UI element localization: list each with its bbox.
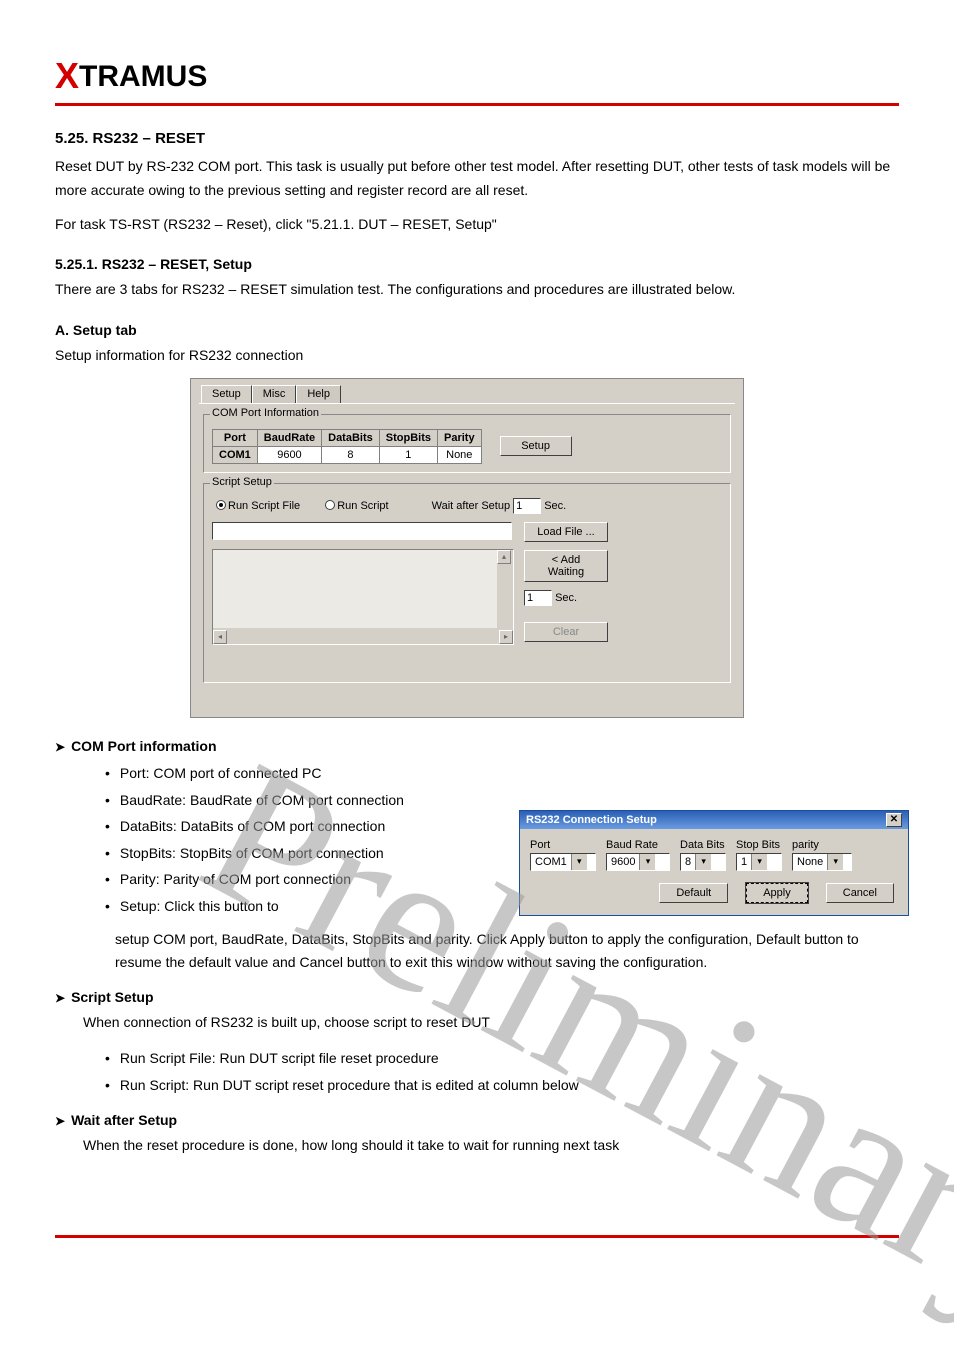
- th-databits: DataBits: [322, 429, 380, 446]
- td-databits: 8: [322, 446, 380, 463]
- close-icon[interactable]: ✕: [886, 813, 902, 827]
- wait-after-setup-label: Wait after Setup: [432, 500, 510, 512]
- dd-databits[interactable]: 8▾: [680, 853, 726, 871]
- radio-run-script[interactable]: Run Script: [325, 500, 388, 512]
- th-parity: Parity: [437, 429, 481, 446]
- script-setup-heading: ➤Script Setup: [55, 989, 899, 1005]
- scroll-left-icon[interactable]: ◂: [213, 630, 227, 644]
- sec-label-1: Sec.: [544, 500, 566, 512]
- setup-description: setup COM port, BaudRate, DataBits, Stop…: [115, 928, 899, 976]
- script-file-path-input[interactable]: [212, 522, 512, 540]
- com-port-group-label: COM Port Information: [210, 407, 321, 419]
- tab-a-heading: A. Setup tab: [55, 322, 899, 338]
- add-waiting-button[interactable]: < Add Waiting: [524, 550, 608, 582]
- chevron-down-icon: ▾: [751, 854, 767, 870]
- setup-button[interactable]: Setup: [500, 436, 572, 456]
- chevron-down-icon: ▾: [695, 854, 711, 870]
- tab-help[interactable]: Help: [296, 385, 341, 403]
- section-5-25-1-text: There are 3 tabs for RS232 – RESET simul…: [55, 278, 899, 302]
- chevron-down-icon: ▾: [571, 854, 587, 870]
- section-5-25-1-title: 5.25.1. RS232 – RESET, Setup: [55, 256, 899, 272]
- td-port: COM1: [213, 446, 258, 463]
- dd-label-port: Port: [530, 839, 596, 851]
- section-5-25-ref: For task TS-RST (RS232 – Reset), click "…: [55, 213, 899, 237]
- script-textarea[interactable]: ▴ ◂ ▸: [212, 549, 514, 645]
- dialog-title: RS232 Connection Setup: [526, 814, 657, 826]
- cancel-button[interactable]: Cancel: [826, 883, 894, 903]
- dd-baud[interactable]: 9600▾: [606, 853, 670, 871]
- com-port-info-heading: ➤COM Port information: [55, 738, 899, 754]
- list-item: Run Script File: Run DUT script file res…: [105, 1045, 899, 1072]
- default-button[interactable]: Default: [659, 883, 728, 903]
- th-port: Port: [213, 429, 258, 446]
- scroll-up-icon[interactable]: ▴: [497, 550, 511, 564]
- wait-after-setup-input[interactable]: [513, 498, 541, 514]
- script-setup-group-label: Script Setup: [210, 476, 274, 488]
- list-item: Run Script: Run DUT script reset procedu…: [105, 1072, 899, 1099]
- header-divider: [55, 103, 899, 106]
- tab-misc[interactable]: Misc: [252, 385, 297, 403]
- dd-label-parity: parity: [792, 839, 852, 851]
- clear-button[interactable]: Clear: [524, 622, 608, 642]
- footer-divider: [55, 1235, 899, 1238]
- scroll-right-icon[interactable]: ▸: [499, 630, 513, 644]
- th-baudrate: BaudRate: [257, 429, 321, 446]
- td-baudrate: 9600: [257, 446, 321, 463]
- chevron-down-icon: ▾: [827, 854, 843, 870]
- tab-setup[interactable]: Setup: [201, 385, 252, 403]
- wait-after-setup-heading: ➤Wait after Setup: [55, 1112, 899, 1128]
- th-stopbits: StopBits: [379, 429, 437, 446]
- chevron-down-icon: ▾: [639, 854, 655, 870]
- dd-label-databits: Data Bits: [680, 839, 726, 851]
- setup-window: Setup Misc Help COM Port Information Por…: [190, 378, 744, 718]
- wait-after-setup-text: When the reset procedure is done, how lo…: [83, 1134, 899, 1158]
- dd-parity[interactable]: None▾: [792, 853, 852, 871]
- dd-port[interactable]: COM1▾: [530, 853, 596, 871]
- radio-run-script-file[interactable]: Run Script File: [216, 500, 300, 512]
- dd-stopbits[interactable]: 1▾: [736, 853, 782, 871]
- section-5-25-intro: Reset DUT by RS-232 COM port. This task …: [55, 155, 899, 203]
- script-setup-list: Run Script File: Run DUT script file res…: [105, 1045, 899, 1098]
- com-port-table: Port BaudRate DataBits StopBits Parity C…: [212, 429, 482, 464]
- td-stopbits: 1: [379, 446, 437, 463]
- dd-label-stopbits: Stop Bits: [736, 839, 782, 851]
- apply-button[interactable]: Apply: [746, 883, 808, 903]
- dd-label-baud: Baud Rate: [606, 839, 670, 851]
- td-parity: None: [437, 446, 481, 463]
- script-setup-intro: When connection of RS232 is built up, ch…: [83, 1011, 899, 1035]
- add-waiting-seconds-input[interactable]: [524, 590, 552, 606]
- list-item: Port: COM port of connected PC: [105, 760, 899, 787]
- sec-label-2: Sec.: [555, 592, 577, 604]
- load-file-button[interactable]: Load File ...: [524, 522, 608, 542]
- brand-logo: XTRAMUS: [55, 55, 899, 97]
- section-5-25-title: 5.25. RS232 – RESET: [55, 130, 899, 147]
- rs232-connection-setup-dialog: RS232 Connection Setup ✕ Port COM1▾ Baud…: [519, 810, 909, 916]
- tab-a-text: Setup information for RS232 connection: [55, 344, 899, 368]
